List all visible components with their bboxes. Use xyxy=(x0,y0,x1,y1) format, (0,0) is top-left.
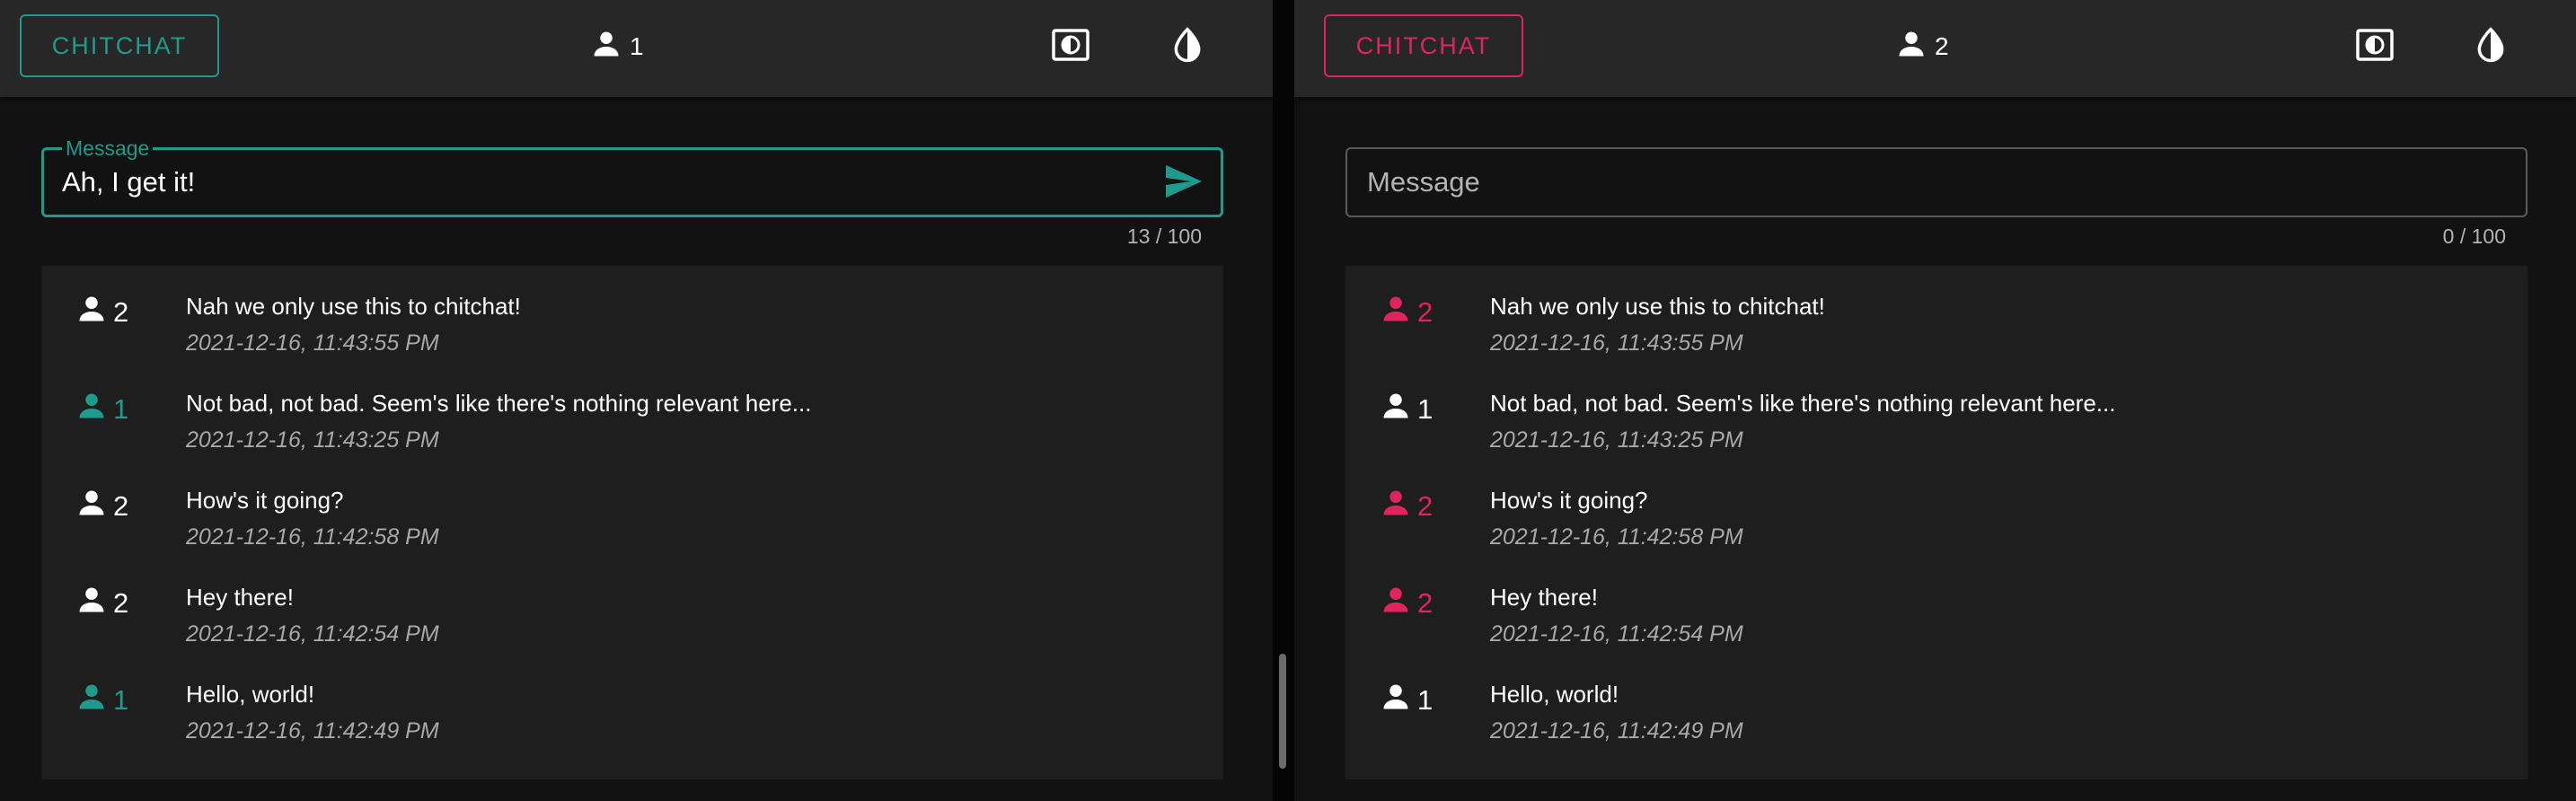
send-button[interactable] xyxy=(1163,163,1204,204)
message-timestamp: 2021-12-16, 11:42:58 PM xyxy=(186,524,439,550)
character-counter: 0 / 100 xyxy=(2442,224,2506,248)
message-author: 1 xyxy=(1380,681,1433,720)
message-author: 2 xyxy=(75,584,128,623)
message-text: How's it going? xyxy=(186,487,344,514)
message-item: 1 Hello, world! 2021-12-16, 11:42:49 PM xyxy=(1345,654,2527,751)
message-author-id: 2 xyxy=(1417,587,1434,619)
message-input-field[interactable]: Message xyxy=(1345,147,2527,217)
display-settings-icon xyxy=(1051,27,1090,67)
message-timestamp: 2021-12-16, 11:43:55 PM xyxy=(186,330,439,356)
user-id-number: 2 xyxy=(1935,32,1949,60)
message-author-id: 2 xyxy=(1417,490,1434,522)
message-author-id: 2 xyxy=(113,490,129,522)
brand-button[interactable]: CHITCHAT xyxy=(20,14,219,77)
person-icon xyxy=(1895,28,1928,66)
person-icon xyxy=(1380,487,1412,526)
person-icon xyxy=(590,28,622,66)
message-text: Not bad, not bad. Seem's like there's no… xyxy=(1490,390,2116,417)
message-author: 2 xyxy=(75,487,128,526)
message-input[interactable]: Ah, I get it! xyxy=(62,150,1140,215)
message-author-id: 2 xyxy=(113,587,129,619)
message-item: 2 Hey there! 2021-12-16, 11:42:54 PM xyxy=(1345,557,2527,654)
message-author: 2 xyxy=(1380,487,1433,526)
person-icon xyxy=(75,390,108,429)
message-author-id: 2 xyxy=(113,296,129,328)
theme-contrast-button[interactable] xyxy=(2469,25,2512,68)
message-timestamp: 2021-12-16, 11:43:25 PM xyxy=(186,427,439,453)
message-timestamp: 2021-12-16, 11:42:49 PM xyxy=(1490,718,1743,744)
message-author-id: 1 xyxy=(1417,393,1434,425)
theme-contrast-button[interactable] xyxy=(1166,25,1209,68)
display-settings-button[interactable] xyxy=(2353,25,2396,68)
display-settings-icon xyxy=(2355,27,2395,67)
message-item: 2 How's it going? 2021-12-16, 11:42:58 PM xyxy=(41,460,1223,557)
brand-button[interactable]: CHITCHAT xyxy=(1324,14,1523,77)
display-settings-button[interactable] xyxy=(1049,25,1092,68)
app-bar: CHITCHAT 1 xyxy=(0,0,1273,97)
message-item: 2 Nah we only use this to chitchat! 2021-1… xyxy=(1345,266,2527,363)
message-item: 1 Not bad, not bad. Seem's like there's n… xyxy=(1345,363,2527,460)
message-text: Hello, world! xyxy=(1490,681,1619,708)
user-id-indicator: 1 xyxy=(590,27,644,66)
message-timestamp: 2021-12-16, 11:42:54 PM xyxy=(186,621,439,647)
contrast-icon xyxy=(1170,26,1204,68)
message-author: 2 xyxy=(75,293,128,332)
contrast-icon xyxy=(2474,26,2508,68)
person-icon xyxy=(1380,293,1412,332)
message-author-id: 1 xyxy=(1417,684,1434,716)
message-author: 1 xyxy=(1380,390,1433,429)
user-id-number: 1 xyxy=(630,32,644,60)
message-item: 1 Hello, world! 2021-12-16, 11:42:49 PM xyxy=(41,654,1223,751)
message-list: 2 Nah we only use this to chitchat! 2021-1… xyxy=(41,266,1223,779)
scrollbar-thumb[interactable] xyxy=(1279,654,1286,769)
right-chat-window: CHITCHAT 2 Message 0 / 100 2 Nah we only… xyxy=(1294,0,2576,801)
person-icon xyxy=(75,487,108,526)
message-author: 2 xyxy=(1380,584,1433,623)
character-counter: 13 / 100 xyxy=(1126,224,1202,248)
app-bar: CHITCHAT 2 xyxy=(1294,0,2576,97)
message-text: Hey there! xyxy=(186,584,294,611)
message-timestamp: 2021-12-16, 11:43:55 PM xyxy=(1490,330,1743,356)
person-icon xyxy=(1380,681,1412,720)
message-timestamp: 2021-12-16, 11:42:58 PM xyxy=(1490,524,1743,550)
split-screen: CHITCHAT 1 Message Ah, I get it! 13 / 10… xyxy=(0,0,2576,801)
message-input-placeholder[interactable]: Message xyxy=(1367,149,1480,216)
person-icon xyxy=(75,681,108,720)
message-text: Not bad, not bad. Seem's like there's no… xyxy=(186,390,812,417)
message-author-id: 2 xyxy=(1417,296,1434,328)
message-text: Nah we only use this to chitchat! xyxy=(186,293,521,320)
message-text: Nah we only use this to chitchat! xyxy=(1490,293,1825,320)
person-icon xyxy=(1380,584,1412,623)
message-text: How's it going? xyxy=(1490,487,1648,514)
message-timestamp: 2021-12-16, 11:42:54 PM xyxy=(1490,621,1743,647)
message-author: 1 xyxy=(75,390,128,429)
message-list: 2 Nah we only use this to chitchat! 2021-1… xyxy=(1345,266,2527,779)
left-chat-window: CHITCHAT 1 Message Ah, I get it! 13 / 10… xyxy=(0,0,1273,801)
message-author: 2 xyxy=(1380,293,1433,332)
message-timestamp: 2021-12-16, 11:42:49 PM xyxy=(186,718,439,744)
send-icon xyxy=(1164,163,1204,204)
person-icon xyxy=(1380,390,1412,429)
person-icon xyxy=(75,293,108,332)
message-author: 1 xyxy=(75,681,128,720)
message-item: 2 Hey there! 2021-12-16, 11:42:54 PM xyxy=(41,557,1223,654)
message-text: Hey there! xyxy=(1490,584,1598,611)
message-input-field[interactable]: Message Ah, I get it! xyxy=(41,136,1223,217)
message-text: Hello, world! xyxy=(186,681,315,708)
message-timestamp: 2021-12-16, 11:43:25 PM xyxy=(1490,427,1743,453)
message-author-id: 1 xyxy=(113,684,129,716)
user-id-indicator: 2 xyxy=(1895,27,1949,66)
message-author-id: 1 xyxy=(113,393,129,425)
message-item: 2 How's it going? 2021-12-16, 11:42:58 PM xyxy=(1345,460,2527,557)
message-item: 1 Not bad, not bad. Seem's like there's n… xyxy=(41,363,1223,460)
message-item: 2 Nah we only use this to chitchat! 2021-1… xyxy=(41,266,1223,363)
person-icon xyxy=(75,584,108,623)
